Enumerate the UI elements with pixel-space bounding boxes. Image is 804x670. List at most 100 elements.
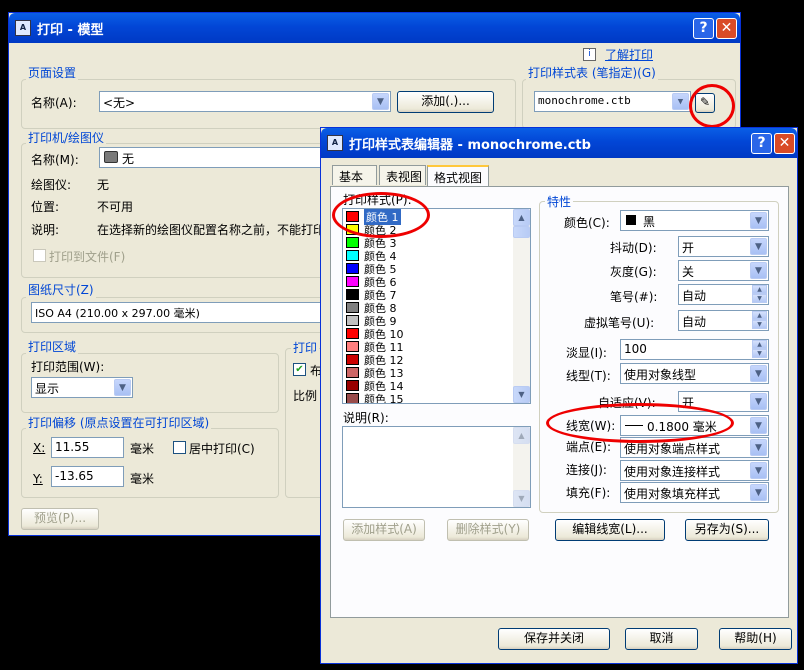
autocad-app-icon: A (15, 20, 31, 36)
close-title-button[interactable]: ✕ (716, 18, 737, 39)
scroll-down-icon[interactable]: ▼ (513, 386, 530, 403)
chevron-down-icon[interactable]: ▼ (750, 393, 767, 410)
cancel-button[interactable]: 取消 (625, 628, 698, 650)
chevron-down-icon[interactable]: ▼ (750, 238, 767, 255)
linetype-combo[interactable]: 使用对象线型 ▼ (620, 363, 769, 384)
editor-close-title-button[interactable]: ✕ (774, 133, 795, 154)
location-label: 位置: (31, 200, 60, 214)
chevron-down-icon[interactable]: ▼ (750, 417, 767, 434)
color-combo[interactable]: 黑 ▼ (620, 210, 769, 231)
description-scrollbar[interactable]: ▲ ▼ (513, 427, 530, 507)
dither-combo[interactable]: 开 ▼ (678, 236, 769, 257)
printer-name-combo[interactable]: 无 (99, 147, 329, 168)
virtual-pen-spinner[interactable]: 自动 ▲ ▼ (678, 310, 769, 331)
color-label: 颜色(C): (564, 216, 610, 230)
chevron-down-icon[interactable]: ▼ (750, 484, 767, 501)
learn-plot-link[interactable]: 了解打印 (605, 46, 653, 63)
tab-basic[interactable]: 基本 (332, 165, 377, 185)
spin-up-icon[interactable]: ▲ (752, 340, 767, 349)
screening-spinner[interactable]: 100 ▲ ▼ (620, 339, 769, 360)
spin-up-icon[interactable]: ▲ (752, 311, 767, 320)
color-swatch (346, 315, 359, 326)
plot-style-name: 颜色 15 (364, 392, 404, 404)
fill-style-label: 填充(F): (566, 486, 611, 500)
edit-lineweights-button[interactable]: 编辑线宽(L)... (555, 519, 665, 541)
chevron-down-icon[interactable]: ▼ (750, 262, 767, 279)
color-swatch (346, 289, 359, 300)
scroll-up-icon[interactable]: ▲ (513, 209, 530, 226)
page-setup-label: 页面设置 (26, 64, 79, 81)
spin-down-icon[interactable]: ▼ (752, 294, 767, 303)
chevron-down-icon[interactable]: ▼ (750, 462, 767, 479)
delete-style-button[interactable]: 删除样式(Y) (447, 519, 529, 541)
plot-style-table-combo[interactable]: monochrome.ctb ▼ (534, 91, 691, 112)
plot-area-label: 打印区域 (26, 338, 79, 355)
scroll-thumb[interactable] (513, 226, 530, 238)
scroll-up-icon[interactable]: ▲ (513, 427, 530, 444)
editor-title: 打印样式表编辑器 - monochrome.ctb (349, 137, 591, 153)
info-icon: i (583, 48, 596, 61)
fill-style-combo[interactable]: 使用对象填充样式 ▼ (620, 482, 769, 503)
fit-to-paper-checkbox[interactable]: ✔ (293, 363, 306, 376)
center-plot-checkbox[interactable] (173, 441, 186, 454)
center-plot-label: 居中打印(C) (189, 442, 255, 456)
offset-y-label: Y: (33, 472, 43, 486)
paper-size-combo[interactable]: ISO A4 (210.00 x 297.00 毫米) (31, 302, 323, 323)
plot-style-item[interactable]: 颜色 15 (346, 392, 404, 404)
plot-styles-scrollbar[interactable]: ▲ ▼ (513, 209, 530, 403)
join-style-label: 连接(J): (566, 463, 607, 477)
color-swatch (346, 341, 359, 352)
color-swatch (346, 250, 359, 261)
scroll-down-icon[interactable]: ▼ (513, 490, 530, 507)
printer-group-label: 打印机/绘图仪 (26, 129, 107, 146)
description-textarea[interactable]: ▲ ▼ (342, 426, 531, 508)
tab-form-view[interactable]: 格式视图 (427, 165, 489, 187)
tab-table-view[interactable]: 表视图 (379, 165, 426, 185)
grayscale-label: 灰度(G): (610, 265, 657, 279)
editor-titlebar[interactable]: A 打印样式表编辑器 - monochrome.ctb ? ✕ (321, 128, 797, 158)
chevron-down-icon[interactable]: ▼ (372, 93, 389, 110)
color-swatch (346, 302, 359, 313)
spin-up-icon[interactable]: ▲ (752, 285, 767, 294)
spin-down-icon[interactable]: ▼ (752, 349, 767, 358)
plot-dialog-titlebar[interactable]: A 打印 - 模型 ? ✕ (9, 13, 740, 43)
pen-number-label: 笔号(#): (610, 290, 658, 304)
highlight-ring-style-list (332, 192, 430, 238)
help-title-button[interactable]: ? (693, 18, 714, 39)
color-swatch (346, 328, 359, 339)
description-value: 在选择新的绘图仪配置名称之前，不能打印 (97, 223, 325, 237)
save-and-close-button[interactable]: 保存并关闭 (498, 628, 610, 650)
chevron-down-icon[interactable]: ▼ (750, 212, 767, 229)
grayscale-combo[interactable]: 关 ▼ (678, 260, 769, 281)
chevron-down-icon[interactable]: ▼ (750, 365, 767, 382)
print-to-file-checkbox[interactable] (33, 249, 46, 262)
chevron-down-icon[interactable]: ▼ (672, 93, 689, 110)
chevron-down-icon[interactable]: ▼ (114, 379, 131, 396)
color-swatch (346, 263, 359, 274)
color-swatch (346, 380, 359, 391)
chevron-down-icon[interactable]: ▼ (750, 439, 767, 456)
description-label: 说明: (31, 223, 60, 237)
pen-number-spinner[interactable]: 自动 ▲ ▼ (678, 284, 769, 305)
location-value: 不可用 (97, 200, 134, 214)
plot-range-combo[interactable]: 显示 ▼ (31, 377, 133, 398)
help-button[interactable]: 帮助(H) (719, 628, 792, 650)
join-style-combo[interactable]: 使用对象连接样式 ▼ (620, 460, 769, 481)
preview-button[interactable]: 预览(P)... (21, 508, 99, 530)
color-swatch (346, 393, 359, 403)
add-style-button[interactable]: 添加样式(A) (343, 519, 425, 541)
save-as-button[interactable]: 另存为(S)... (685, 519, 769, 541)
offset-x-label: X: (33, 441, 46, 455)
add-page-setup-button[interactable]: 添加(.)... (397, 91, 494, 113)
highlight-ring-lineweight (546, 403, 734, 443)
printer-icon (104, 151, 118, 163)
highlight-ring-edit-button (689, 84, 735, 128)
plot-range-label: 打印范围(W): (31, 360, 105, 374)
page-setup-name-combo[interactable]: <无> ▼ (99, 91, 391, 112)
scale-ratio-label: 比例 (293, 389, 318, 403)
autocad-app-icon: A (327, 135, 343, 151)
offset-y-input[interactable]: -13.65 (51, 466, 124, 487)
editor-help-title-button[interactable]: ? (751, 133, 772, 154)
offset-x-input[interactable]: 11.55 (51, 437, 124, 458)
spin-down-icon[interactable]: ▼ (752, 320, 767, 329)
